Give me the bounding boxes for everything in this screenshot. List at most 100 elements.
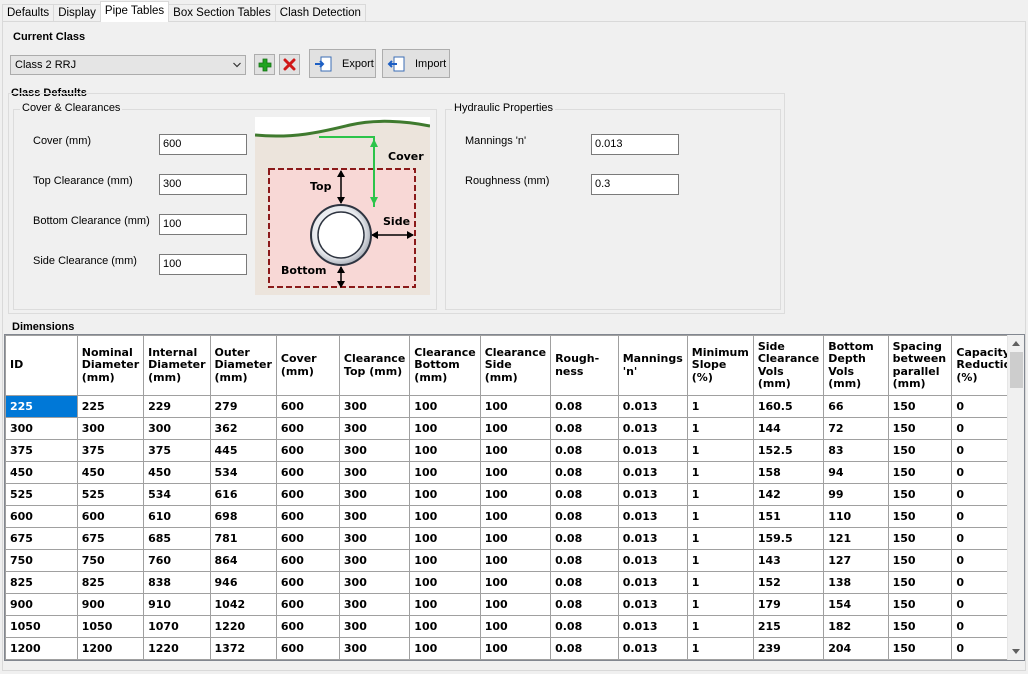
table-cell[interactable]: 83: [823, 439, 889, 462]
table-cell[interactable]: 0.08: [550, 483, 619, 506]
import-button[interactable]: Import: [382, 49, 450, 78]
table-cell[interactable]: 100: [479, 461, 552, 484]
table-cell[interactable]: 1: [686, 527, 754, 550]
table-cell[interactable]: 0.013: [617, 593, 688, 616]
table-cell[interactable]: 1: [686, 483, 754, 506]
table-cell[interactable]: 375: [76, 439, 145, 462]
table-cell[interactable]: 1220: [209, 615, 277, 638]
table-cell[interactable]: 143: [752, 549, 825, 572]
table-row[interactable]: 300 300 300 362 600 300 100 100 0.08 0.013 1 144 72 1…: [5, 417, 1024, 440]
table-cell[interactable]: 0.013: [617, 615, 688, 638]
table-cell[interactable]: 150: [887, 439, 953, 462]
table-cell[interactable]: 100: [409, 417, 481, 440]
table-cell[interactable]: 100: [409, 439, 481, 462]
table-cell[interactable]: 600: [275, 417, 340, 440]
table-cell[interactable]: 300: [338, 461, 411, 484]
table-cell[interactable]: 110: [823, 505, 889, 528]
dimensions-grid[interactable]: ID Nominal Diameter (mm) Internal Diameter…: [4, 334, 1025, 661]
column-header[interactable]: Minimum Slope (%): [686, 335, 754, 396]
table-cell[interactable]: 0.013: [617, 439, 688, 462]
bottom-clearance-field[interactable]: 100: [159, 214, 247, 235]
table-cell[interactable]: 534: [209, 461, 277, 484]
table-cell[interactable]: 1070: [143, 615, 211, 638]
row-id-cell[interactable]: 450: [5, 461, 78, 484]
table-cell[interactable]: 72: [823, 417, 889, 440]
table-cell[interactable]: 362: [209, 417, 277, 440]
table-cell[interactable]: 100: [409, 395, 481, 418]
add-class-button[interactable]: [254, 54, 275, 75]
row-id-cell[interactable]: 900: [5, 593, 78, 616]
table-cell[interactable]: 142: [752, 483, 825, 506]
scroll-up-icon[interactable]: [1012, 341, 1020, 346]
table-cell[interactable]: 159.5: [752, 527, 825, 550]
table-cell[interactable]: 610: [143, 505, 211, 528]
table-cell[interactable]: 525: [76, 483, 145, 506]
table-row[interactable]: 675 675 685 781 600 300 100 100 0.08 0.013 1 159.5 1…: [5, 527, 1024, 550]
table-cell[interactable]: 600: [275, 527, 340, 550]
top-clearance-field[interactable]: 300: [159, 174, 247, 195]
table-row[interactable]: 1200 1200 1220 1372 600 300 100 100 0.08 0.013 1 23…: [5, 637, 1024, 660]
column-header[interactable]: Nominal Diameter (mm): [76, 335, 145, 396]
table-cell[interactable]: 600: [275, 483, 340, 506]
table-cell[interactable]: 1372: [209, 637, 277, 660]
table-cell[interactable]: 150: [887, 527, 953, 550]
table-cell[interactable]: 300: [338, 615, 411, 638]
table-cell[interactable]: 100: [479, 593, 552, 616]
table-cell[interactable]: 179: [752, 593, 825, 616]
table-cell[interactable]: 100: [409, 505, 481, 528]
table-cell[interactable]: 910: [143, 593, 211, 616]
table-cell[interactable]: 600: [275, 549, 340, 572]
table-cell[interactable]: 300: [338, 549, 411, 572]
table-cell[interactable]: 445: [209, 439, 277, 462]
table-cell[interactable]: 0.08: [550, 637, 619, 660]
side-clearance-field[interactable]: 100: [159, 254, 247, 275]
table-cell[interactable]: 838: [143, 571, 211, 594]
table-cell[interactable]: 229: [143, 395, 211, 418]
grid-vertical-scrollbar[interactable]: [1007, 335, 1024, 660]
table-cell[interactable]: 864: [209, 549, 277, 572]
column-header[interactable]: Side Clearance Vols (mm): [752, 335, 825, 396]
table-cell[interactable]: 1: [686, 461, 754, 484]
table-cell[interactable]: 1: [686, 571, 754, 594]
table-cell[interactable]: 204: [823, 637, 889, 660]
row-id-cell[interactable]: 600: [5, 505, 78, 528]
table-cell[interactable]: 600: [275, 615, 340, 638]
table-cell[interactable]: 0.08: [550, 505, 619, 528]
table-cell[interactable]: 100: [409, 527, 481, 550]
table-cell[interactable]: 1: [686, 505, 754, 528]
table-cell[interactable]: 150: [887, 505, 953, 528]
table-cell[interactable]: 150: [887, 483, 953, 506]
table-cell[interactable]: 0.013: [617, 527, 688, 550]
table-cell[interactable]: 100: [409, 461, 481, 484]
column-header[interactable]: ID: [5, 335, 78, 396]
column-header[interactable]: Bottom Depth Vols (mm): [823, 335, 889, 396]
table-cell[interactable]: 698: [209, 505, 277, 528]
table-cell[interactable]: 825: [76, 571, 145, 594]
table-cell[interactable]: 0.08: [550, 417, 619, 440]
table-cell[interactable]: 100: [409, 571, 481, 594]
table-row[interactable]: 600 600 610 698 600 300 100 100 0.08 0.013 1 151 110…: [5, 505, 1024, 528]
column-header[interactable]: Cover (mm): [275, 335, 340, 396]
table-cell[interactable]: 1050: [76, 615, 145, 638]
table-cell[interactable]: 0.013: [617, 505, 688, 528]
row-id-cell[interactable]: 750: [5, 549, 78, 572]
table-row[interactable]: 1050 1050 1070 1220 600 300 100 100 0.08 0.013 1 21…: [5, 615, 1024, 638]
tab-display[interactable]: Display: [53, 4, 101, 22]
table-cell[interactable]: 946: [209, 571, 277, 594]
table-cell[interactable]: 600: [275, 505, 340, 528]
column-header[interactable]: Outer Diameter (mm): [209, 335, 277, 396]
tab-box-section-tables[interactable]: Box Section Tables: [168, 4, 276, 22]
table-cell[interactable]: 150: [887, 571, 953, 594]
table-cell[interactable]: 0.013: [617, 637, 688, 660]
export-button[interactable]: Export: [309, 49, 376, 78]
table-cell[interactable]: 1: [686, 637, 754, 660]
table-cell[interactable]: 239: [752, 637, 825, 660]
table-cell[interactable]: 0.08: [550, 571, 619, 594]
row-id-cell[interactable]: 375: [5, 439, 78, 462]
table-row[interactable]: 225 225 229 279 600 300 100 100 0.08 0.013 1 160.5 6…: [5, 395, 1024, 418]
table-cell[interactable]: 600: [275, 637, 340, 660]
row-id-cell[interactable]: 1200: [5, 637, 78, 660]
table-cell[interactable]: 154: [823, 593, 889, 616]
table-cell[interactable]: 750: [76, 549, 145, 572]
table-cell[interactable]: 150: [887, 549, 953, 572]
